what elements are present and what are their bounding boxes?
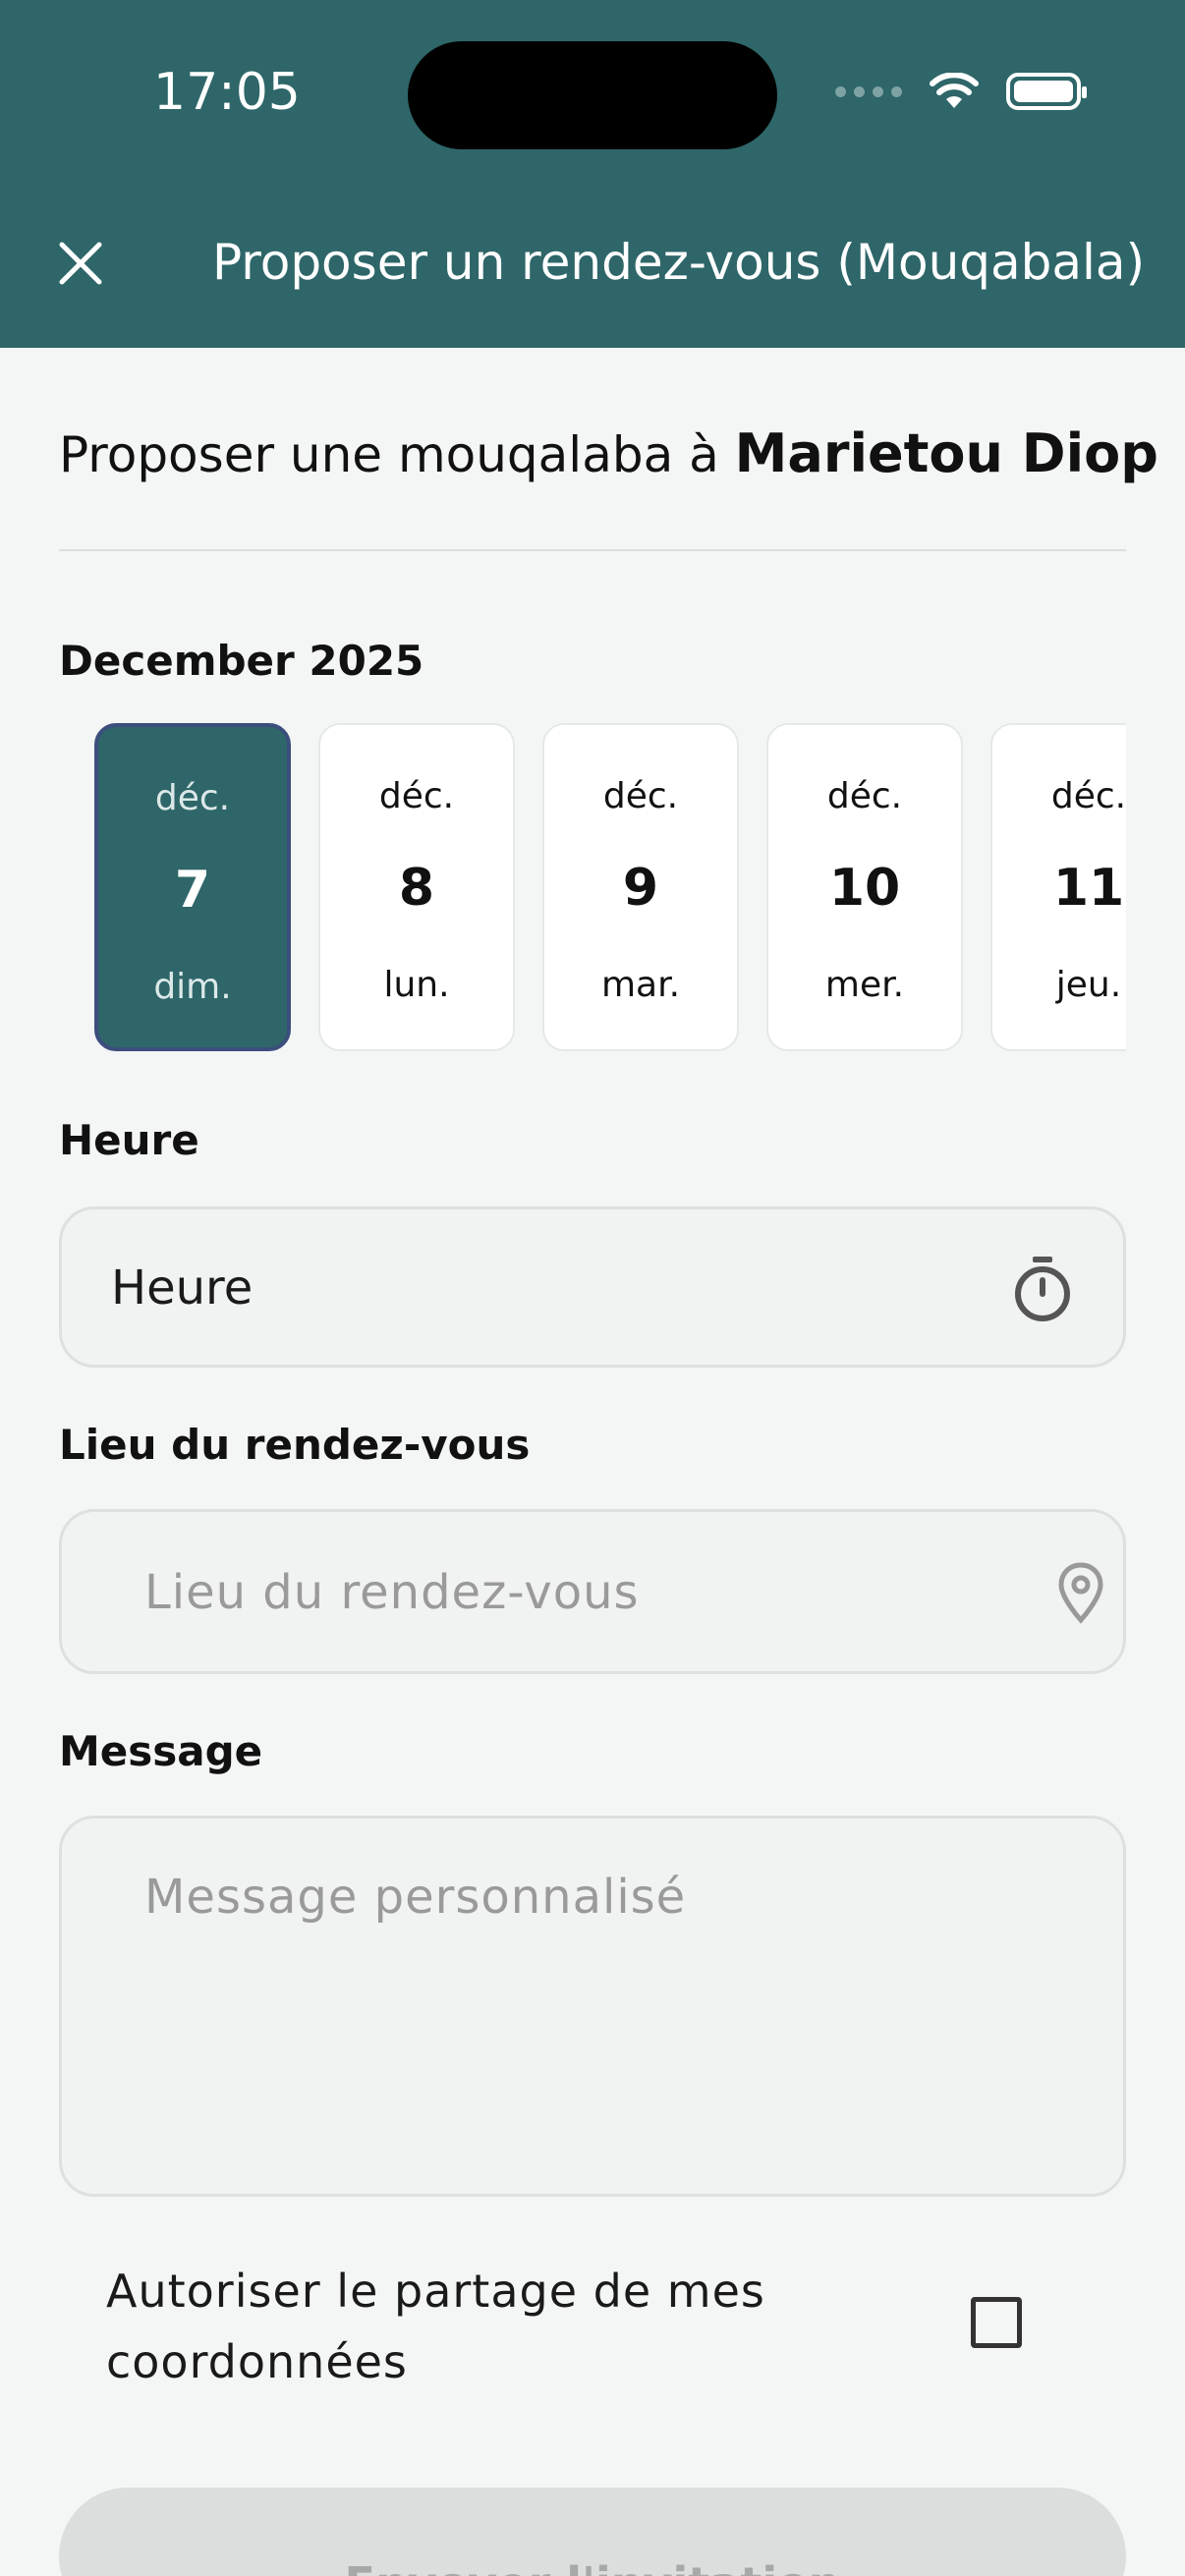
status-time: 17:05 — [153, 63, 301, 122]
date-card[interactable]: déc. 8 lun. — [318, 723, 515, 1051]
share-contact-label: Autoriser le partage de mes coordonnées — [106, 2265, 765, 2388]
page-title: Proposer un rendez-vous (Mouqabala) — [212, 234, 1146, 291]
message-label: Message — [59, 1727, 263, 1775]
month-label: December 2025 — [59, 637, 424, 685]
divider — [59, 549, 1126, 551]
date-month: déc. — [602, 776, 679, 816]
intro-prefix: Proposer une mouqalaba à — [59, 426, 719, 483]
location-placeholder: Lieu du rendez-vous — [144, 1565, 640, 1620]
close-icon — [59, 242, 102, 285]
cellular-signal-icon — [835, 85, 902, 97]
location-label: Lieu du rendez-vous — [59, 1421, 531, 1469]
date-weekday: mer. — [824, 965, 905, 1005]
battery-icon — [1006, 73, 1087, 110]
time-label: Heure — [59, 1116, 199, 1164]
date-picker-strip[interactable]: déc. 7 dim. déc. 8 lun. déc. 9 mar. déc.… — [59, 721, 1126, 1055]
date-day: 8 — [398, 859, 435, 918]
date-weekday: mar. — [600, 965, 681, 1005]
invite-intro: Proposer une mouqalaba à Marietou Diop — [59, 422, 1158, 484]
message-textarea[interactable]: Message personnalisé — [59, 1816, 1126, 2197]
date-day: 10 — [828, 859, 901, 918]
recipient-name: Marietou Diop — [734, 422, 1158, 484]
app-header: 17:05 Proposer un rendez-vous (Mouqabala… — [0, 0, 1185, 348]
date-day: 11 — [1052, 859, 1125, 918]
send-invitation-button[interactable]: Envoyer l'invitation — [59, 2488, 1126, 2576]
date-card[interactable]: déc. 9 mar. — [542, 723, 739, 1051]
time-value: Heure — [111, 1260, 254, 1316]
close-button[interactable] — [51, 234, 110, 293]
date-month: déc. — [154, 778, 231, 818]
date-month: déc. — [378, 776, 455, 816]
location-pin-icon — [1058, 1562, 1103, 1624]
timer-icon — [1015, 1257, 1070, 1321]
share-contact-checkbox[interactable] — [971, 2297, 1022, 2348]
date-weekday: lun. — [383, 965, 450, 1005]
date-month: déc. — [1050, 776, 1126, 816]
date-card-selected[interactable]: déc. 7 dim. — [94, 723, 291, 1051]
date-month: déc. — [826, 776, 903, 816]
date-day: 7 — [174, 861, 211, 920]
wifi-icon — [930, 73, 979, 108]
dynamic-island — [408, 41, 777, 149]
status-icons — [835, 73, 1087, 110]
date-weekday: jeu. — [1055, 965, 1122, 1005]
date-card[interactable]: déc. 10 mer. — [766, 723, 963, 1051]
time-field[interactable]: Heure — [59, 1206, 1126, 1368]
location-input[interactable]: Lieu du rendez-vous — [59, 1509, 1126, 1674]
message-placeholder: Message personnalisé — [144, 1870, 687, 1925]
date-card[interactable]: déc. 11 jeu. — [990, 723, 1126, 1051]
date-day: 9 — [622, 859, 659, 918]
date-weekday: dim. — [153, 967, 232, 1007]
